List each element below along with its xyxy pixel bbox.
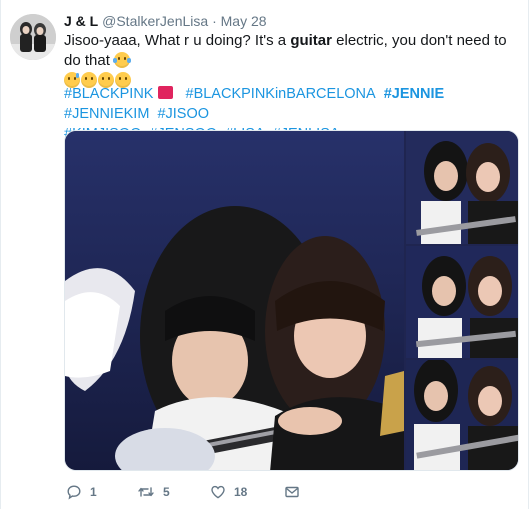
like-count: 18: [234, 485, 248, 499]
hashtag-link[interactable]: #BLACKPINKinBARCELONA: [186, 86, 376, 102]
tweet-card[interactable]: J & L @StalkerJenLisa · May 28 Jisoo-yaa…: [0, 0, 529, 509]
tweet-actions: 1 5 18: [64, 482, 364, 502]
retweet-icon: [138, 487, 154, 497]
main-photo[interactable]: [65, 131, 404, 470]
tweet-date[interactable]: May 28: [221, 13, 267, 29]
heart-icon: [211, 485, 225, 499]
reply-count: 1: [90, 485, 97, 499]
hashtag-link[interactable]: #JENNIEKIM: [64, 106, 149, 122]
thumbnail-photo-1[interactable]: [406, 131, 518, 244]
author-name[interactable]: J & L: [64, 13, 98, 29]
tears-of-joy-emoji-icon: [113, 52, 132, 68]
like-button[interactable]: 18: [210, 482, 247, 502]
thumbnail-photo-2[interactable]: [406, 246, 518, 358]
reply-icon: [67, 485, 81, 500]
separator-dot: ·: [212, 13, 217, 29]
tweet-text-part: Jisoo-yaaa, What r u doing? It's a: [64, 32, 291, 49]
red-badge-icon: [158, 86, 174, 99]
hashtag-link[interactable]: #JENNIE: [384, 86, 444, 102]
author-handle[interactable]: @StalkerJenLisa: [102, 13, 208, 29]
tweet-text-bold: guitar: [290, 32, 332, 49]
avatar[interactable]: [10, 14, 56, 60]
envelope-icon: [285, 486, 299, 498]
thumbnail-photo-3[interactable]: [406, 360, 518, 470]
tweet-header: J & L @StalkerJenLisa · May 28: [64, 13, 267, 29]
reply-button[interactable]: 1: [66, 482, 97, 502]
hashtag-link[interactable]: #BLACKPINK: [64, 86, 177, 102]
card-border-left: [0, 0, 1, 509]
retweet-button[interactable]: 5: [137, 482, 170, 502]
tweet-text: Jisoo-yaaa, What r u doing? It's a guita…: [64, 31, 519, 91]
retweet-count: 5: [163, 485, 170, 499]
direct-message-button[interactable]: [284, 482, 308, 502]
hashtag-link[interactable]: #JISOO: [157, 106, 209, 122]
media-grid: [64, 130, 519, 471]
